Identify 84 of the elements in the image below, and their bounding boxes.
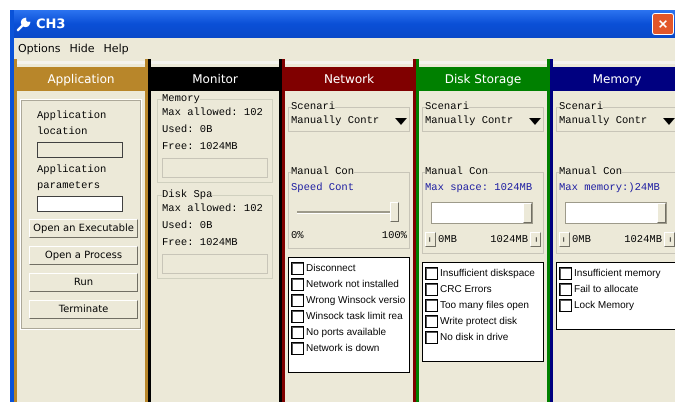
window-title: CH3	[36, 16, 66, 32]
min-label: 0MB	[572, 234, 591, 246]
checkbox[interactable]	[559, 266, 572, 280]
checkbox[interactable]	[559, 298, 572, 312]
scenario-dropdown[interactable]: Manually Contr	[425, 115, 541, 127]
checkbox-label[interactable]: Insufficient diskspace	[440, 268, 535, 278]
action-button[interactable]: Run	[29, 273, 138, 292]
max-label: 1024MB	[490, 234, 528, 246]
checkbox-label[interactable]: Network not installed	[306, 278, 399, 290]
stat-text: Used: 0B	[162, 219, 214, 234]
parameters-field[interactable]	[37, 196, 123, 212]
caret-icon	[529, 118, 541, 124]
close-button[interactable]	[652, 13, 674, 35]
checkbox-label[interactable]: No ports available	[306, 326, 386, 338]
slider-caption: Speed Cont	[291, 181, 356, 196]
checkbox-label[interactable]: Insufficient memory	[574, 268, 661, 278]
checkbox[interactable]	[291, 294, 304, 306]
checkbox[interactable]	[425, 314, 438, 328]
panel-header: Monitor	[151, 67, 279, 91]
stat-text: Free: 1024MB	[162, 140, 239, 155]
checkbox[interactable]	[291, 342, 304, 354]
menu-item[interactable]: Options	[18, 42, 60, 55]
checkbox[interactable]	[559, 282, 572, 296]
stat-text: Max allowed: 102	[162, 106, 264, 121]
panel-header: Application	[17, 67, 145, 91]
checkbox-label[interactable]: Wrong Winsock versio	[306, 294, 406, 306]
slider[interactable]	[431, 202, 533, 224]
scenario-dropdown[interactable]: Manually Contr	[291, 115, 407, 127]
max-label: 1024MB	[624, 234, 662, 246]
checkbox[interactable]	[291, 310, 304, 322]
spin-button[interactable]	[425, 232, 436, 247]
close-icon	[658, 19, 668, 29]
spin-button[interactable]	[664, 232, 675, 247]
panel-header: Disk Storage	[419, 67, 547, 91]
min-label: 0MB	[438, 234, 457, 246]
slider-caption: Max space: 1024MB	[425, 181, 534, 196]
checkbox[interactable]	[291, 326, 304, 338]
slider-caption: Max memory:)24MB	[559, 181, 661, 196]
panel-header: Network	[285, 67, 413, 91]
checkbox-label[interactable]: CRC Errors	[440, 284, 492, 294]
stat-text: Max allowed: 102	[162, 202, 264, 217]
checkbox[interactable]	[291, 278, 304, 290]
wrench-icon	[16, 16, 32, 32]
checkbox[interactable]	[291, 262, 304, 274]
group-title: Memory	[162, 93, 200, 105]
menu-item[interactable]: Hide	[69, 42, 95, 55]
checkbox-label[interactable]: Lock Memory	[574, 300, 634, 310]
max-label: 100%	[382, 230, 407, 242]
stat-text: Used: 0B	[162, 123, 214, 138]
group-title: Manual Con	[559, 166, 622, 178]
slider[interactable]	[565, 202, 667, 224]
group-title: Scenari	[291, 101, 336, 113]
location-label: Application location	[37, 109, 108, 140]
group-title: Disk Spa	[162, 189, 212, 201]
checkbox-label[interactable]: Fail to allocate	[574, 284, 638, 294]
scenario-dropdown[interactable]: Manually Contr	[559, 115, 675, 127]
checkbox[interactable]	[425, 298, 438, 312]
menu-item[interactable]: Help	[104, 42, 129, 55]
checkbox[interactable]	[425, 330, 438, 344]
group-title: Manual Con	[425, 166, 488, 178]
caret-icon	[395, 118, 407, 124]
checkbox-label[interactable]: Disconnect	[306, 262, 356, 274]
min-label: 0%	[291, 230, 304, 242]
group-title: Scenari	[425, 101, 470, 113]
checkbox[interactable]	[425, 266, 438, 280]
action-button[interactable]: Open a Process	[29, 246, 138, 265]
checkbox-label[interactable]: No disk in drive	[440, 332, 508, 342]
spin-button[interactable]	[530, 232, 541, 247]
checkbox-label[interactable]: Too many files open	[440, 300, 529, 310]
group-title: Scenari	[559, 101, 604, 113]
checkbox-label[interactable]: Write protect disk	[440, 316, 518, 326]
stat-text: Free: 1024MB	[162, 236, 239, 251]
action-button[interactable]: Open an Executable	[29, 219, 138, 238]
checkbox[interactable]	[425, 282, 438, 296]
panel-header: Memory	[553, 67, 675, 91]
caret-icon	[663, 118, 675, 124]
checkbox-label[interactable]: Network is down	[306, 342, 380, 354]
spin-button[interactable]	[559, 232, 570, 247]
action-button[interactable]: Terminate	[29, 300, 138, 319]
checkbox-label[interactable]: Winsock task limit rea	[306, 310, 403, 322]
group-title: Manual Con	[291, 166, 354, 178]
slider[interactable]	[297, 202, 399, 222]
location-field[interactable]	[37, 142, 123, 158]
parameters-label: Application parameters	[37, 163, 108, 194]
